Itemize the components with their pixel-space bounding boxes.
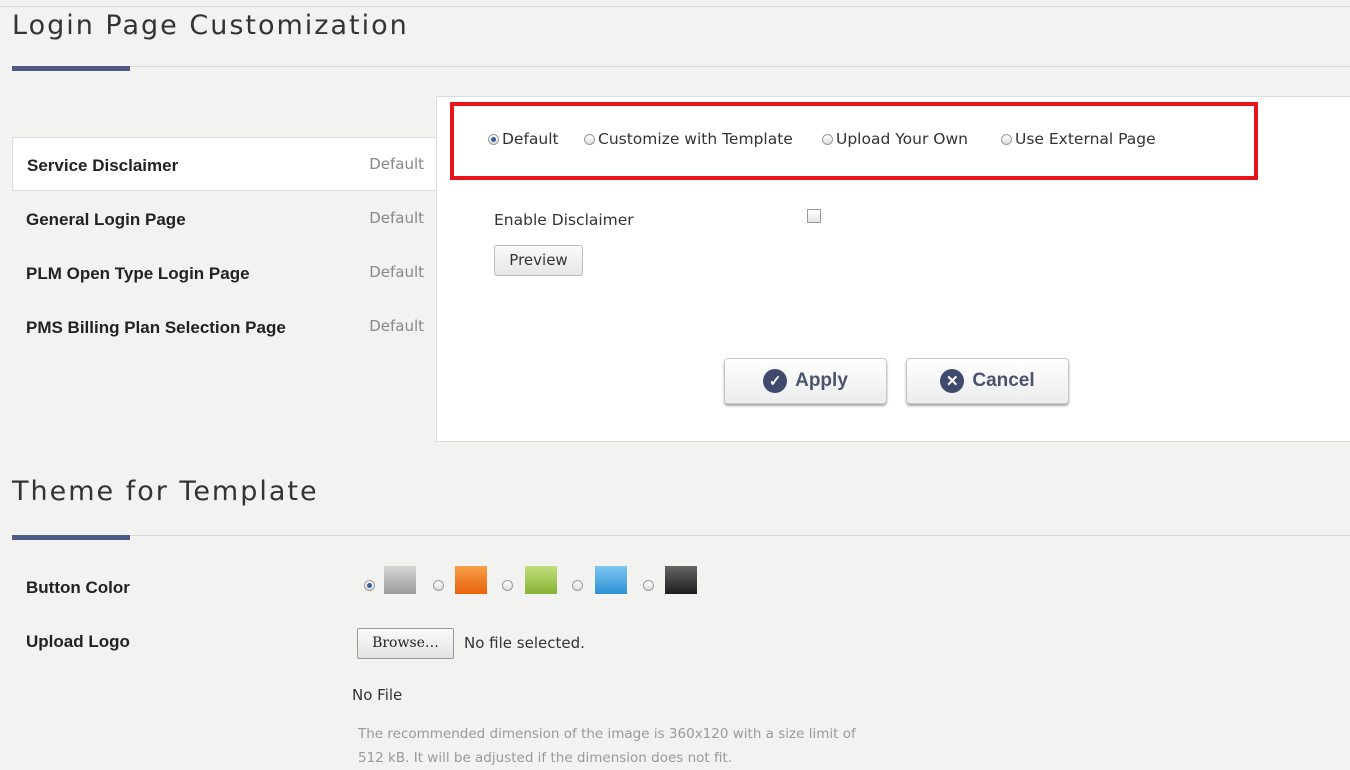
- menu-item-status: Default: [369, 317, 424, 335]
- preview-button[interactable]: Preview: [494, 245, 583, 276]
- menu-item-label: General Login Page: [26, 210, 186, 229]
- top-divider: [0, 6, 1350, 7]
- mode-option-label: Use External Page: [1015, 130, 1156, 148]
- apply-button-label: Apply: [795, 370, 848, 391]
- browse-button[interactable]: Browse…: [357, 628, 454, 659]
- title-accent-bar: [12, 66, 130, 71]
- button-color-radio-black[interactable]: [643, 580, 654, 591]
- mode-option-upload-your-own[interactable]: Upload Your Own: [822, 130, 968, 148]
- mode-option-use-external-page[interactable]: Use External Page: [1001, 130, 1156, 148]
- menu-item-label: PMS Billing Plan Selection Page: [26, 318, 286, 337]
- button-color-radio-orange[interactable]: [433, 580, 444, 591]
- color-swatch-blue: [595, 566, 627, 594]
- menu-item-plm-open-type-login-page[interactable]: PLM Open Type Login Page Default: [12, 246, 436, 300]
- menu-item-status: Default: [369, 155, 424, 173]
- menu-item-service-disclaimer[interactable]: Service Disclaimer Default: [12, 137, 436, 191]
- theme-title-divider: [12, 535, 1350, 536]
- color-swatch-orange: [455, 566, 487, 594]
- page-title: Login Page Customization: [12, 10, 409, 41]
- enable-disclaimer-checkbox[interactable]: [807, 209, 821, 223]
- menu-item-pms-billing-plan-selection-page[interactable]: PMS Billing Plan Selection Page Default: [12, 300, 436, 354]
- enable-disclaimer-label: Enable Disclaimer: [494, 211, 634, 229]
- cancel-button[interactable]: ✕ Cancel: [906, 358, 1069, 404]
- theme-title-accent-bar: [12, 535, 130, 540]
- apply-button[interactable]: ✓ Apply: [724, 358, 887, 404]
- menu-item-label: PLM Open Type Login Page: [26, 264, 250, 283]
- color-swatch-gray: [384, 566, 416, 594]
- color-swatch-green: [525, 566, 557, 594]
- hint-line: The recommended dimension of the image i…: [358, 726, 856, 742]
- button-color-radio-green[interactable]: [502, 580, 513, 591]
- button-color-radio-blue[interactable]: [572, 580, 583, 591]
- check-circle-icon: ✓: [763, 369, 788, 393]
- no-file-label: No File: [352, 686, 403, 704]
- menu-item-general-login-page[interactable]: General Login Page Default: [12, 192, 436, 246]
- menu-item-status: Default: [369, 209, 424, 227]
- radio-button[interactable]: [822, 134, 833, 145]
- theme-section-title: Theme for Template: [12, 476, 319, 507]
- radio-button[interactable]: [584, 134, 595, 145]
- color-swatch-black: [665, 566, 697, 594]
- hint-line: 512 kB. It will be adjusted if the dimen…: [358, 750, 733, 766]
- menu-item-status: Default: [369, 263, 424, 281]
- close-circle-icon: ✕: [940, 369, 965, 393]
- mode-option-label: Customize with Template: [598, 130, 793, 148]
- mode-option-customize-with-template[interactable]: Customize with Template: [584, 130, 793, 148]
- cancel-button-label: Cancel: [972, 370, 1035, 391]
- file-status-text: No file selected.: [464, 634, 585, 652]
- mode-option-default[interactable]: Default: [488, 130, 559, 148]
- upload-logo-label: Upload Logo: [26, 632, 130, 651]
- radio-button[interactable]: [1001, 134, 1012, 145]
- logo-dimension-hint: The recommended dimension of the image i…: [358, 722, 918, 770]
- radio-button[interactable]: [488, 134, 499, 145]
- mode-option-label: Upload Your Own: [836, 130, 968, 148]
- menu-item-label: Service Disclaimer: [27, 156, 179, 175]
- button-color-radio-gray[interactable]: [364, 580, 375, 591]
- mode-option-label: Default: [502, 130, 559, 148]
- title-divider: [12, 66, 1350, 67]
- button-color-label: Button Color: [26, 578, 130, 597]
